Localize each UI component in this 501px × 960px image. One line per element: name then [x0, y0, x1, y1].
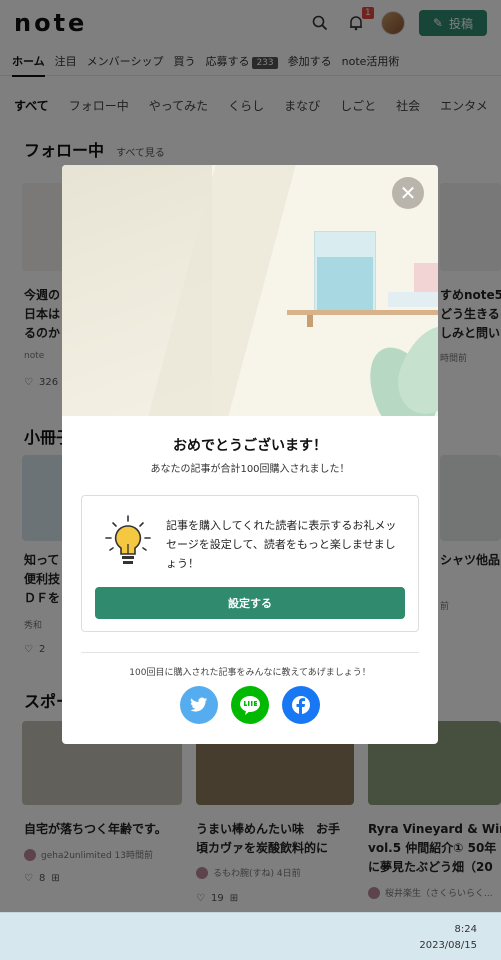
system-clock[interactable]: 8:24 2023/08/15 — [419, 922, 477, 954]
shelf-bracket — [307, 315, 313, 327]
modal-subtitle: あなたの記事が合計100回購入されました！ — [150, 464, 350, 475]
thanks-message-box: 記事を購入してくれた読者に表示するお礼メッセージを設定して、読者をもっと楽しませ… — [81, 495, 419, 632]
share-buttons — [180, 686, 320, 724]
jar-water — [317, 257, 373, 310]
share-prompt: 100回目に購入された記事をみんなに教えてあげましょう！ — [129, 668, 371, 678]
congrats-modal: ✕ おめでとうございます！ あなたの記事が合計100回購入されました！ 記事を購… — [62, 165, 438, 744]
thanks-message-text: 記事を購入してくれた読者に表示するお礼メッセージを設定して、読者をもっと楽しませ… — [166, 519, 397, 570]
lightbulb-icon — [104, 514, 152, 570]
clock-time: 8:24 — [454, 924, 477, 935]
line-icon — [240, 696, 260, 715]
setup-button[interactable]: 設定する — [95, 587, 405, 619]
twitter-icon — [190, 697, 208, 712]
facebook-share-button[interactable] — [282, 686, 320, 724]
facebook-icon — [292, 696, 310, 715]
book-stack — [388, 292, 438, 307]
os-taskbar: 8:24 2023/08/15 — [0, 912, 501, 960]
modal-illustration: ✕ — [62, 165, 438, 416]
twitter-share-button[interactable] — [180, 686, 218, 724]
divider — [81, 652, 419, 653]
pink-box — [414, 263, 438, 293]
close-icon[interactable]: ✕ — [392, 177, 424, 209]
modal-title: おめでとうございます！ — [173, 438, 327, 454]
line-share-button[interactable] — [231, 686, 269, 724]
clock-date: 2023/08/15 — [419, 940, 477, 951]
